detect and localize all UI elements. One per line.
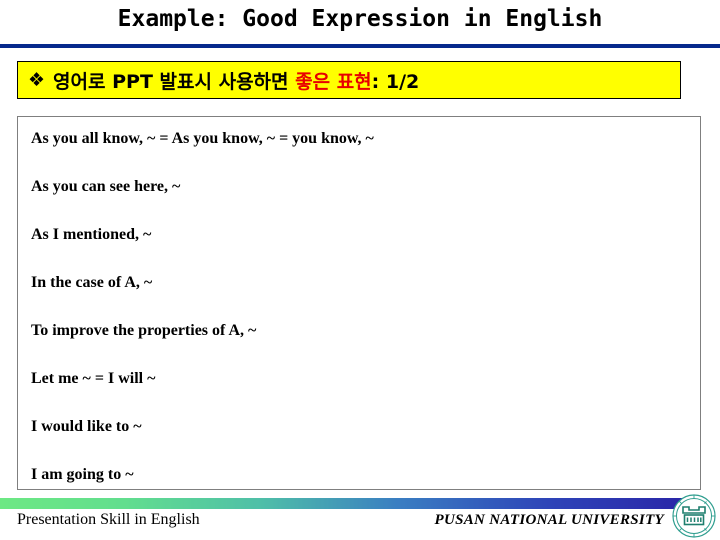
footer-gradient-bar: [0, 498, 686, 509]
footer-course-title: Presentation Skill in English: [17, 511, 200, 528]
diamond-bullet-icon: ❖: [28, 68, 46, 91]
page-title: Example: Good Expression in English: [117, 6, 603, 32]
list-item: As you can see here, ~: [31, 178, 181, 195]
list-item: To improve the properties of A, ~: [31, 322, 257, 339]
section-heading-banner: ❖ 영어로 PPT 발표시 사용하면 좋은 표현: 1/2: [17, 61, 681, 99]
footer-university-name: PUSAN NATIONAL UNIVERSITY: [434, 512, 664, 528]
phrase-list-container: As you all know, ~ = As you know, ~ = yo…: [17, 116, 701, 490]
section-heading-text-after: : 1/2: [371, 70, 420, 93]
pusan-national-university-seal-icon: [672, 494, 716, 538]
footer: Presentation Skill in English PUSAN NATI…: [0, 494, 720, 540]
section-heading-text: 영어로 PPT 발표시 사용하면 좋은 표현: 1/2: [53, 67, 419, 94]
list-item: As I mentioned, ~: [31, 226, 152, 243]
section-heading-highlight: 좋은 표현: [295, 70, 372, 93]
title-divider: [0, 44, 720, 48]
list-item: I would like to ~: [31, 418, 142, 435]
list-item: In the case of A, ~: [31, 274, 153, 291]
list-item: Let me ~ = I will ~: [31, 370, 156, 387]
list-item: As you all know, ~ = As you know, ~ = yo…: [31, 130, 374, 147]
section-heading-text-before: 영어로 PPT 발표시 사용하면: [53, 70, 296, 93]
